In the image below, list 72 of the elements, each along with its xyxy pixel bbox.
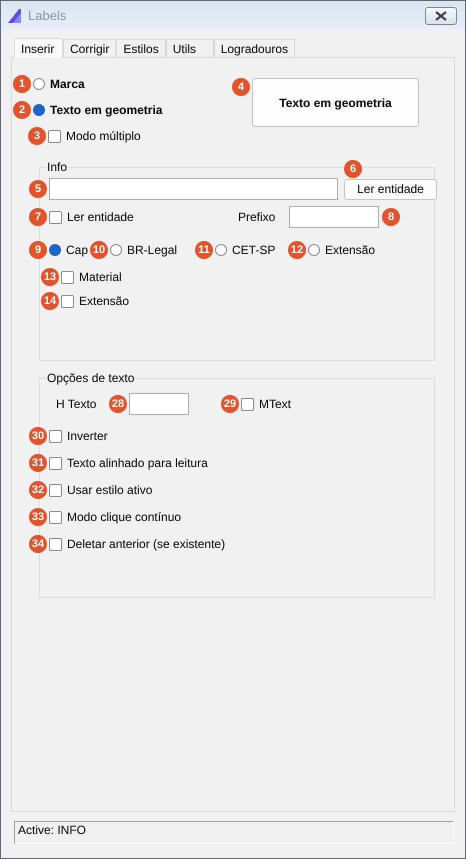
tab[interactable]: Corrigir (63, 39, 116, 57)
tab[interactable]: Inserir (14, 38, 63, 58)
checkbox-label: Modo clique contínuo (67, 510, 182, 524)
callout-number: 9 (29, 241, 47, 259)
radio-button[interactable] (49, 244, 61, 256)
callout-number: 7 (29, 208, 47, 226)
radio-button[interactable] (33, 78, 45, 90)
callout-number: 5 (29, 180, 47, 198)
callout-number: 13 (41, 268, 59, 286)
checkbox[interactable] (49, 510, 62, 524)
height-label: H Texto (56, 397, 98, 411)
callout-number: 6 (344, 160, 362, 178)
callout-number: 3 (28, 127, 46, 145)
callout-number: 29 (221, 395, 239, 413)
checkbox[interactable] (49, 456, 62, 470)
checkbox-label: Usar estilo ativo (67, 483, 152, 497)
height-field[interactable] (129, 393, 189, 415)
radio-button[interactable] (33, 104, 45, 116)
entity-field[interactable] (49, 178, 338, 200)
callout-number: 1 (13, 75, 31, 93)
checkbox-label: Inverter (67, 429, 108, 443)
prefix-field[interactable] (289, 206, 379, 228)
checkbox[interactable] (61, 270, 74, 284)
checkbox[interactable] (49, 484, 62, 496)
read-entity-button[interactable]: Ler entidade (344, 178, 437, 200)
callout-number: 33 (29, 508, 47, 526)
radio-button[interactable] (110, 244, 122, 256)
radio-label: BR-Legal (127, 243, 178, 257)
callout-number: 8 (382, 208, 400, 226)
checkbox-label: Deletar anterior (se existente) (67, 537, 226, 551)
close-button[interactable] (425, 6, 457, 24)
callout-number: 2 (13, 101, 31, 119)
checkbox[interactable] (61, 294, 74, 308)
checkbox-label: Extensão (79, 294, 130, 308)
radio-button[interactable] (215, 244, 227, 256)
group-title: Opções de texto (46, 371, 136, 385)
tab[interactable]: Logradouros (214, 39, 296, 57)
callout-number: 12 (288, 241, 306, 259)
group-title: Info (46, 160, 68, 174)
tab[interactable]: Estilos (116, 39, 166, 57)
tab[interactable]: Utils (166, 39, 214, 57)
callout-number: 28 (109, 395, 127, 413)
close-icon (435, 10, 447, 20)
checkbox[interactable] (49, 210, 62, 224)
callout-number: 31 (29, 454, 47, 472)
callout-number: 14 (41, 292, 59, 310)
radio-label: Cap (66, 243, 88, 257)
callout-number: 11 (195, 241, 213, 259)
window-title: Labels (28, 8, 68, 23)
checkbox-label: Ler entidade (67, 210, 134, 224)
radio-label: Texto em geometria (50, 103, 162, 117)
checkbox-label: Modo múltiplo (66, 129, 141, 143)
prefix-label: Prefixo (238, 210, 276, 224)
status-bar: Active: INFO (14, 821, 454, 844)
checkbox[interactable] (49, 430, 62, 442)
callout-number: 30 (29, 427, 47, 445)
checkbox-label: Texto alinhado para leitura (67, 456, 208, 470)
callout-number: 34 (29, 535, 47, 553)
checkbox[interactable] (49, 538, 62, 550)
radio-label: Extensão (325, 243, 376, 257)
preview-button[interactable]: Texto em geometria (252, 78, 419, 127)
callout-number: 10 (90, 241, 108, 259)
app-logo-icon (7, 8, 23, 24)
checkbox-label: MText (259, 397, 292, 411)
radio-label: CET-SP (232, 243, 276, 257)
checkbox[interactable] (48, 130, 61, 142)
checkbox-label: Material (79, 270, 122, 284)
callout-number: 4 (232, 78, 250, 96)
callout-number: 32 (29, 481, 47, 499)
radio-label: Marca (50, 77, 85, 91)
checkbox[interactable] (241, 398, 254, 410)
radio-button[interactable] (308, 244, 320, 256)
